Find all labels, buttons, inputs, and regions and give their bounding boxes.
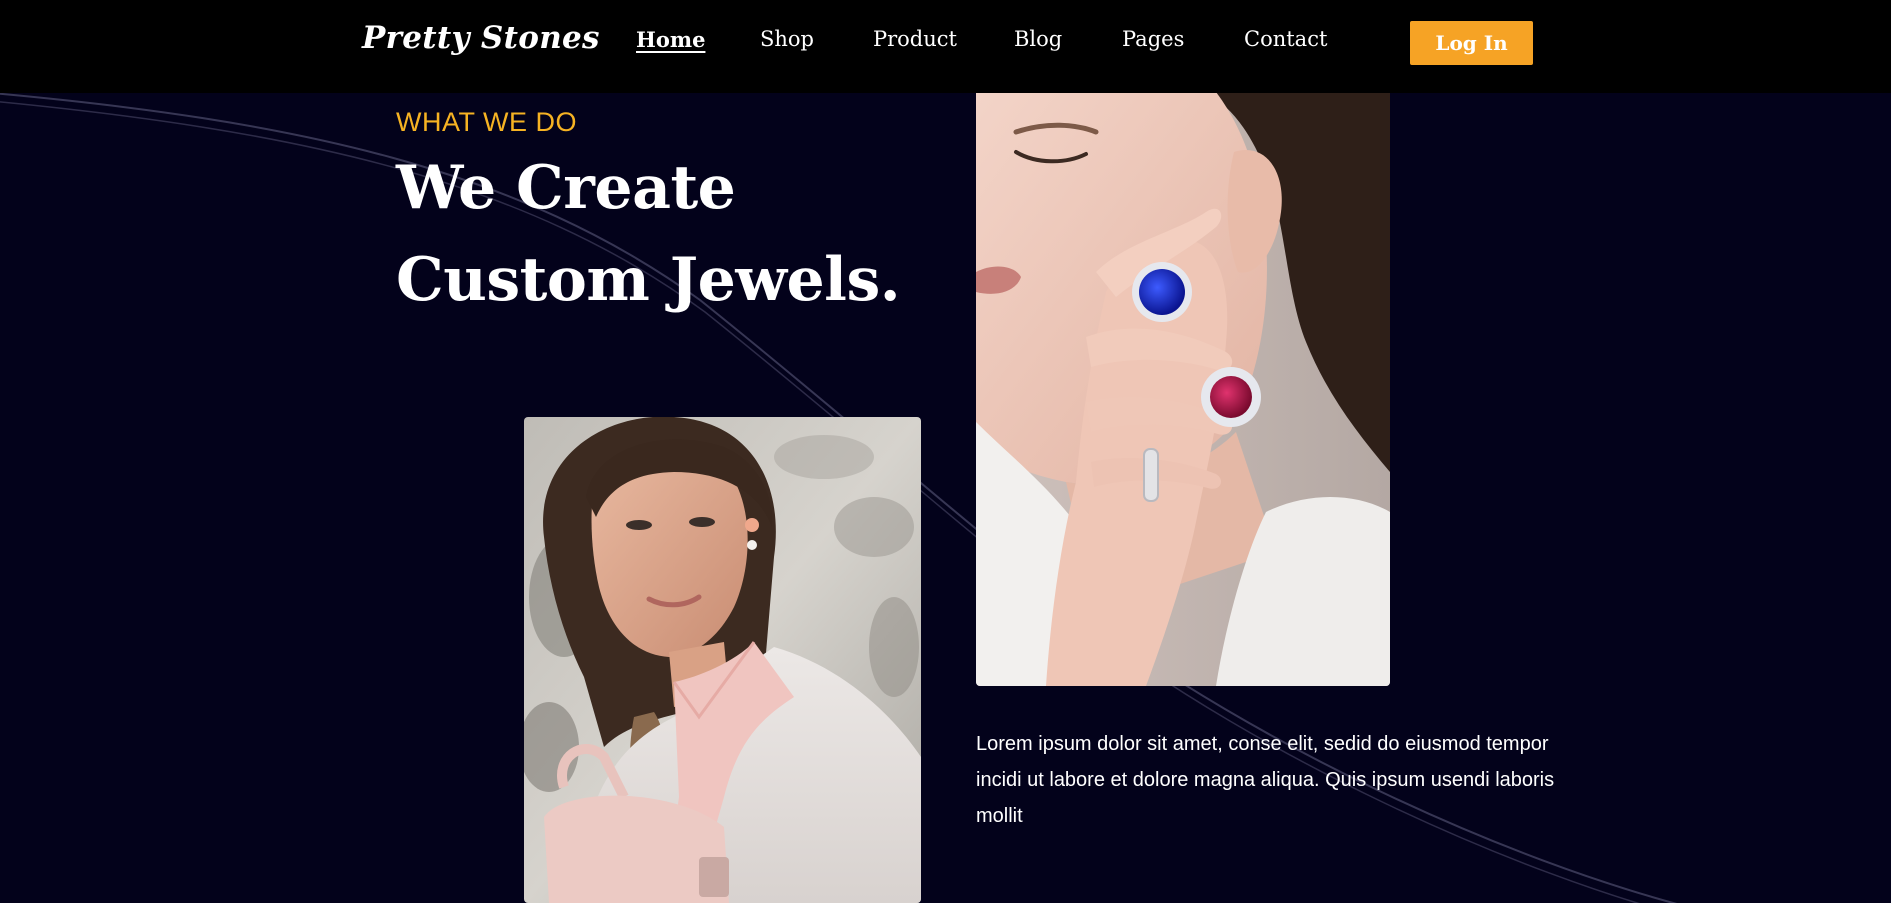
woman-with-backpack-illustration	[524, 417, 921, 903]
nav-item-home[interactable]: Home	[636, 27, 705, 52]
login-button[interactable]: Log In	[1410, 21, 1533, 65]
section-description: Lorem ipsum dolor sit amet, conse elit, …	[976, 733, 1555, 827]
section-headline: We Create Custom Jewels.	[396, 153, 901, 315]
top-nav-bar: Pretty Stones Home Shop Product Blog Pag…	[0, 0, 1891, 93]
woman-with-rings-photo	[976, 92, 1390, 686]
nav-item-contact[interactable]: Contact	[1244, 27, 1327, 51]
page: Pretty Stones Home Shop Product Blog Pag…	[0, 0, 1891, 903]
brand-logo[interactable]: Pretty Stones	[362, 20, 600, 56]
nav-item-pages[interactable]: Pages	[1122, 27, 1184, 51]
background-curves	[0, 92, 1678, 903]
woman-with-backpack-photo	[524, 417, 921, 903]
nav-item-product[interactable]: Product	[873, 27, 957, 51]
nav-item-shop[interactable]: Shop	[760, 27, 814, 51]
section-eyebrow: WHAT WE DO	[396, 107, 577, 137]
woman-with-rings-illustration	[976, 92, 1390, 686]
nav-item-blog[interactable]: Blog	[1014, 27, 1062, 51]
